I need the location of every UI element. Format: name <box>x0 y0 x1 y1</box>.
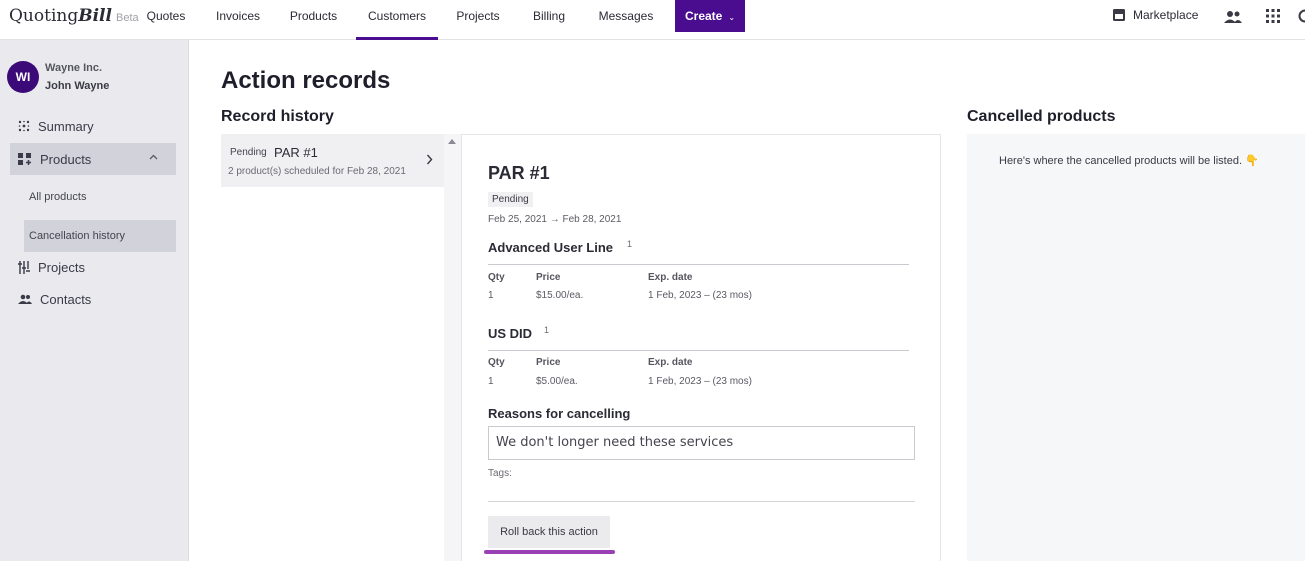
sidebar-subitem-cancellation-history[interactable]: Cancellation history <box>24 220 176 252</box>
exp-date-value: 1 Feb, 2023 – (23 mos) <box>648 376 752 387</box>
logo-text: Quoting <box>9 6 79 26</box>
sidebar-item-label: Products <box>40 151 92 167</box>
apps-grid-icon[interactable] <box>1266 9 1280 23</box>
top-navbar: QuotingBill Beta Quotes Invoices Products… <box>0 0 1305 40</box>
reasons-label: Reasons for cancelling <box>488 406 631 421</box>
sidebar-subitem-all-products[interactable]: All products <box>24 181 176 213</box>
nav-projects[interactable]: Projects <box>449 0 507 40</box>
chevron-down-icon: ⌄ <box>728 13 736 22</box>
sidebar-item-projects[interactable]: Projects <box>10 251 176 283</box>
reasons-input[interactable]: We don't longer need these services <box>488 426 915 460</box>
list-item[interactable]: Pending PAR #1 2 product(s) scheduled fo… <box>221 134 444 187</box>
record-detail-panel: PAR #1 Pending Feb 25, 2021 → Feb 28, 20… <box>461 134 941 561</box>
divider <box>488 264 909 265</box>
product-name: Advanced User Line <box>488 240 613 255</box>
record-status: Pending <box>230 147 267 158</box>
nav-quotes[interactable]: Quotes <box>138 0 194 40</box>
sidebar-item-label: Contacts <box>40 291 92 307</box>
cancelled-products-heading: Cancelled products <box>967 108 1116 125</box>
tags-label: Tags: <box>488 468 512 479</box>
price-value: $15.00/ea. <box>536 290 584 301</box>
logo-bold-text: Bill <box>78 6 112 26</box>
product-count: 1 <box>544 325 550 335</box>
nav-messages[interactable]: Messages <box>591 0 661 40</box>
qty-value: 1 <box>488 376 494 387</box>
nav-customers[interactable]: Customers <box>356 0 438 40</box>
products-icon <box>18 153 31 165</box>
chevron-up-icon[interactable] <box>149 154 158 160</box>
chevron-right-icon <box>426 154 433 165</box>
record-name: PAR #1 <box>274 145 318 160</box>
product-count: 1 <box>627 239 633 249</box>
summary-icon <box>18 120 30 132</box>
qty-header: Qty <box>488 272 505 283</box>
store-icon <box>1113 9 1125 21</box>
nav-products[interactable]: Products <box>281 0 346 40</box>
sidebar-item-summary[interactable]: Summary <box>10 110 176 142</box>
profile-icon[interactable] <box>1298 9 1305 23</box>
rollback-button[interactable]: Roll back this action <box>488 516 610 548</box>
divider <box>488 350 909 351</box>
scroll-up-icon[interactable] <box>448 139 456 144</box>
nav-billing[interactable]: Billing <box>525 0 573 40</box>
marketplace-label: Marketplace <box>1133 8 1199 22</box>
exp-date-header: Exp. date <box>648 357 693 368</box>
tags-input[interactable] <box>488 501 915 502</box>
record-title: PAR #1 <box>488 163 550 183</box>
create-label: Create <box>685 9 723 23</box>
org-name: Wayne Inc. <box>45 62 103 74</box>
product-name-text: US DID <box>488 326 533 341</box>
highlight-underline <box>484 550 615 554</box>
sidebar-item-label: Projects <box>38 259 85 275</box>
price-value: $5.00/ea. <box>536 376 578 387</box>
sidebar-item-label: Summary <box>38 118 94 134</box>
exp-date-value: 1 Feb, 2023 – (23 mos) <box>648 290 752 301</box>
nav-invoices[interactable]: Invoices <box>208 0 268 40</box>
page-title: Action records <box>221 67 391 94</box>
record-list-scrollbar[interactable] <box>444 134 461 561</box>
create-button[interactable]: Create ⌄ <box>675 0 745 32</box>
beta-label: Beta <box>115 12 139 24</box>
price-header: Price <box>536 357 561 368</box>
sidebar-item-products[interactable]: Products <box>10 143 176 175</box>
avatar[interactable]: WI <box>7 61 39 93</box>
sidebar-item-contacts[interactable]: Contacts <box>10 283 176 315</box>
app-logo[interactable]: QuotingBill Beta <box>9 6 139 26</box>
record-summary: 2 product(s) scheduled for Feb 28, 2021 <box>228 166 406 177</box>
projects-icon <box>18 260 30 274</box>
record-list: Pending PAR #1 2 product(s) scheduled fo… <box>221 134 444 561</box>
product-name: US DID <box>488 326 532 341</box>
marketplace-link[interactable]: Marketplace <box>1112 8 1198 22</box>
product-name-text: Advanced User Line <box>488 240 613 255</box>
empty-state-message: Here's where the cancelled products will… <box>999 155 1259 167</box>
record-date-range: Feb 25, 2021 → Feb 28, 2021 <box>488 214 622 225</box>
exp-date-header: Exp. date <box>648 272 693 283</box>
sidebar: WI Wayne Inc. John Wayne Summary Product… <box>0 40 189 561</box>
user-name: John Wayne <box>45 80 110 92</box>
price-header: Price <box>536 272 561 283</box>
status-badge: Pending <box>488 192 533 207</box>
record-history-heading: Record history <box>221 108 334 125</box>
qty-header: Qty <box>488 357 505 368</box>
cancelled-products-panel: Here's where the cancelled products will… <box>967 134 1305 561</box>
users-icon[interactable] <box>1223 9 1243 25</box>
contacts-icon <box>18 294 32 304</box>
qty-value: 1 <box>488 290 494 301</box>
